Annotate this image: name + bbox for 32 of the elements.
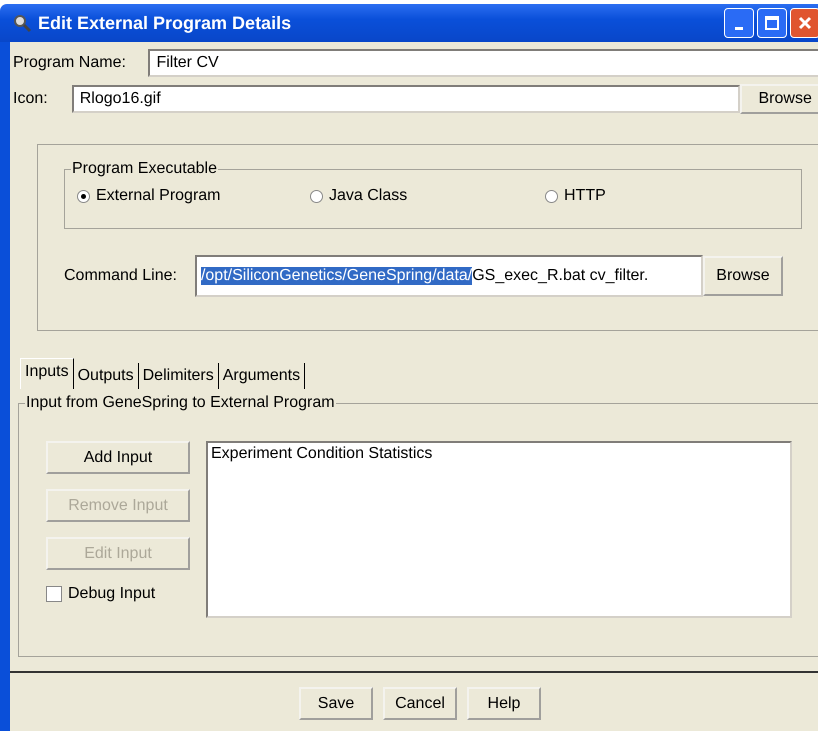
program-name-field[interactable]: Filter CV: [148, 49, 818, 77]
magnifier-icon: [12, 13, 32, 33]
radio-button[interactable]: [77, 190, 90, 202]
radio-button[interactable]: [545, 190, 558, 202]
field-label: Program Name:: [12, 54, 127, 72]
command-line-field[interactable]: /opt/SiliconGenetics/GeneSpring/data/GS_exec_R.bat cv_filter.: [194, 255, 703, 297]
field-label: Command Line:: [64, 267, 178, 285]
radio-label: HTTP: [564, 187, 606, 205]
list-item[interactable]: Experiment Condition Statistics: [211, 445, 787, 463]
checkbox-label: Debug Input: [68, 585, 156, 603]
dialog-button[interactable]: Help: [467, 687, 541, 720]
close-icon: [798, 16, 812, 30]
minimize-button[interactable]: [724, 8, 754, 38]
close-button[interactable]: [790, 8, 818, 38]
browse-button[interactable]: Browse: [740, 84, 818, 114]
dialog-button[interactable]: Save: [299, 687, 373, 720]
input-button[interactable]: Add Input: [46, 441, 190, 474]
minimize-icon: [735, 26, 743, 30]
radio-label: External Program: [96, 187, 220, 205]
browse-button[interactable]: Browse: [702, 256, 783, 296]
radio-button[interactable]: [310, 190, 323, 202]
field-label: Icon:: [12, 90, 49, 108]
dialog-button[interactable]: Cancel: [383, 687, 457, 720]
group-title: Input from GeneSpring to External Program: [25, 393, 336, 413]
icon-field[interactable]: Rlogo16.gif: [72, 85, 740, 113]
tab[interactable]: Inputs: [20, 358, 74, 389]
group-title: Program Executable: [71, 159, 218, 179]
window-title: Edit External Program Details: [38, 12, 292, 34]
radio-label: Java Class: [329, 187, 408, 205]
maximize-button[interactable]: [757, 8, 787, 38]
checkbox[interactable]: [46, 586, 62, 602]
maximize-icon: [765, 16, 779, 30]
